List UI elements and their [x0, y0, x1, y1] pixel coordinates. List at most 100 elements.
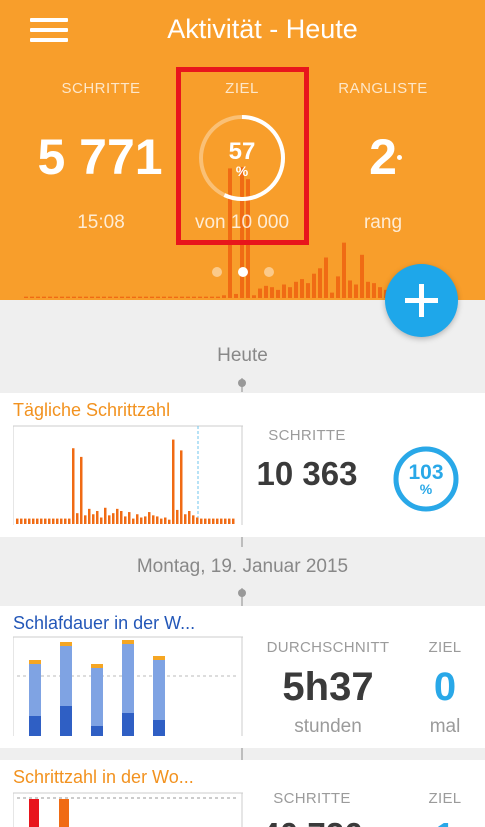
daily-step-bar	[76, 513, 79, 524]
daily-step-bar	[100, 517, 103, 524]
today-label: Heute	[217, 345, 268, 366]
sleep-awake-segment	[153, 656, 165, 660]
steps-value: 40 726	[248, 816, 376, 827]
header-step-bar	[108, 296, 112, 298]
daily-step-bar	[208, 518, 211, 524]
sleep-card[interactable]: Schlafdauer in der W... DURCHSCHNITT 5h3…	[0, 606, 485, 748]
header-step-bar	[36, 296, 40, 298]
header-step-bar	[234, 293, 238, 298]
header-step-bar	[216, 296, 220, 298]
steps-label: SCHRITTE	[268, 427, 346, 444]
daily-step-bar	[36, 518, 39, 524]
header-step-bar	[222, 295, 226, 298]
daily-step-bar	[16, 518, 19, 524]
avg-unit: stunden	[294, 716, 362, 737]
header-step-bar	[54, 296, 58, 298]
goal-label: ZIEL	[428, 639, 462, 656]
sleep-deep-segment	[29, 716, 41, 736]
card-title: Tägliche Schrittzahl	[13, 400, 171, 420]
goal-unit: mal	[429, 716, 461, 737]
header-step-bar	[180, 296, 184, 298]
header-step-bar	[204, 296, 208, 298]
daily-step-bar	[192, 515, 195, 524]
header-step-bar	[156, 296, 160, 298]
daily-step-bar	[152, 515, 155, 524]
steps-label: SCHRITTE	[61, 80, 141, 97]
daily-step-bar	[96, 511, 99, 524]
daily-step-bar	[88, 508, 91, 524]
header-step-bar	[66, 296, 70, 298]
daily-step-bar	[140, 517, 143, 524]
daily-step-bar	[148, 512, 151, 524]
rank-value[interactable]: 2	[313, 128, 453, 186]
page-dot[interactable]	[211, 267, 222, 277]
daily-step-bar	[64, 518, 67, 524]
header-step-bar	[144, 296, 148, 298]
daily-step-bar	[60, 518, 63, 524]
page-dot[interactable]	[237, 267, 248, 277]
daily-step-bar	[68, 518, 71, 524]
header-step-bar	[90, 296, 94, 298]
sleep-awake-segment	[29, 660, 41, 664]
page-dot[interactable]	[263, 267, 274, 277]
header-step-bar	[30, 296, 34, 298]
header-step-bar	[24, 296, 28, 298]
timeline-dot	[238, 379, 246, 387]
daily-step-bar	[56, 518, 59, 524]
daily-steps-chart	[13, 425, 243, 525]
header-step-bar	[192, 296, 196, 298]
daily-step-bar	[24, 518, 27, 524]
sleep-deep-segment	[60, 706, 72, 736]
daily-step-bar	[176, 509, 179, 524]
avg-value: 5h37	[282, 665, 374, 709]
daily-step-bar	[160, 518, 163, 524]
daily-step-bar	[32, 518, 35, 524]
daily-step-bar	[92, 514, 95, 524]
header-step-bar	[84, 296, 88, 298]
header-step-bar	[282, 284, 286, 298]
daily-step-bar	[28, 518, 31, 524]
daily-step-bar	[52, 518, 55, 524]
menu-icon[interactable]	[30, 16, 68, 44]
daily-steps-card[interactable]: Tägliche Schrittzahl SCHRITTE 10 363 103…	[0, 393, 485, 537]
steps-week-chart	[13, 792, 243, 827]
card-title: Schrittzahl in der Wo...	[13, 767, 194, 787]
daily-step-bar	[104, 507, 107, 524]
sleep-light-segment	[60, 646, 72, 706]
sleep-awake-segment	[60, 642, 72, 646]
add-button[interactable]	[385, 264, 458, 337]
daily-step-bar	[216, 518, 219, 524]
header-step-bar	[150, 296, 154, 298]
steps-time: 15:08	[77, 212, 125, 233]
daily-step-bar	[180, 450, 183, 524]
header-step-bar	[72, 296, 76, 298]
header-step-bar	[258, 288, 262, 298]
page-title: Aktivität - Heute	[167, 14, 358, 44]
date-label: Montag, 19. Januar 2015	[136, 556, 349, 577]
sleep-awake-segment	[122, 640, 134, 644]
header-step-bar	[114, 296, 118, 298]
daily-step-bar	[120, 511, 123, 524]
goal-value: 1	[415, 816, 475, 827]
steps-value[interactable]: 5 771	[30, 128, 170, 186]
daily-step-bar	[184, 514, 187, 524]
header-step-bar	[354, 284, 358, 298]
steps-week-card[interactable]: Schrittzahl in der Wo... SCHRITTE 40 726…	[0, 760, 485, 827]
daily-step-bar	[188, 511, 191, 524]
steps-label: SCHRITTE	[273, 790, 351, 807]
daily-step-bar	[132, 518, 135, 524]
sleep-light-segment	[122, 644, 134, 713]
header-step-bar	[288, 287, 292, 298]
sleep-light-segment	[29, 664, 41, 716]
daily-step-bar	[112, 513, 115, 524]
app-screen: Aktivität - Heute SCHRITTE 5 771 15:08 Z…	[0, 0, 485, 827]
daily-step-bar	[40, 518, 43, 524]
goal-label: ZIEL	[428, 790, 462, 807]
daily-step-bar	[72, 448, 75, 524]
avg-label: DURCHSCHNITT	[266, 639, 390, 656]
daily-step-bar	[196, 517, 199, 524]
daily-step-bar	[168, 519, 171, 524]
timeline-dot	[238, 589, 246, 597]
daily-step-bar	[228, 518, 231, 524]
daily-step-bar	[48, 518, 51, 524]
